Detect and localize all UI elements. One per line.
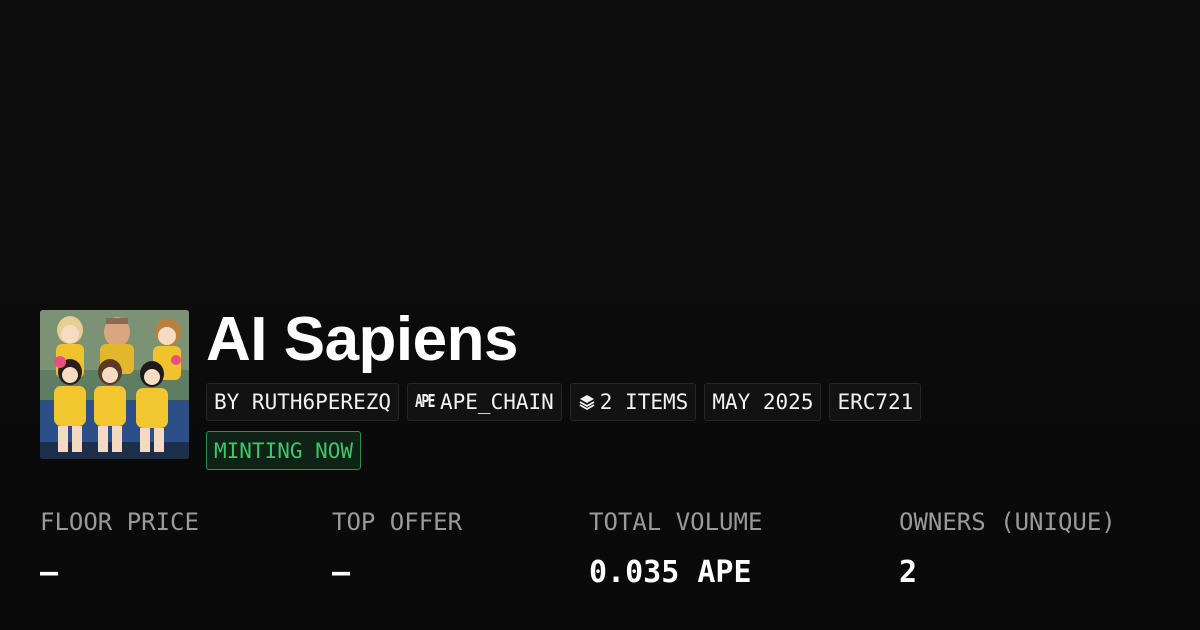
stat-label: FLOOR PRICE (40, 508, 199, 536)
chain-label: APE_CHAIN (440, 390, 554, 414)
collection-share-card: AI Sapiens BY RUTH6PEREZQ APE APE_CHAIN … (0, 0, 1200, 630)
stat-total-volume: TOTAL VOLUME 0.035 APE (589, 506, 762, 590)
stat-label: TOP OFFER (332, 508, 463, 536)
chain-tag[interactable]: APE APE_CHAIN (407, 383, 562, 421)
stat-floor-price: FLOOR PRICE – (40, 506, 199, 590)
stat-value: 0.035 APE (589, 555, 752, 590)
standard-tag: ERC721 (829, 383, 922, 421)
layers-icon (578, 393, 596, 411)
stat-value: 2 (899, 555, 918, 590)
minting-status-label: MINTING NOW (214, 438, 354, 463)
stat-label: TOTAL VOLUME (589, 508, 763, 536)
items-label: 2 ITEMS (599, 390, 689, 414)
date-label: MAY 2025 (712, 390, 814, 414)
stat-owners: OWNERS (UNIQUE) 2 (899, 506, 1116, 590)
stat-top-offer: TOP OFFER – (332, 506, 462, 590)
items-tag[interactable]: 2 ITEMS (569, 383, 697, 421)
stat-value: – (332, 555, 351, 590)
stat-label: OWNERS (UNIQUE) (899, 508, 1116, 536)
collection-tags: BY RUTH6PEREZQ APE APE_CHAIN 2 ITEMS MAY… (206, 383, 922, 421)
standard-label: ERC721 (837, 390, 914, 414)
creator-label: BY RUTH6PEREZQ (214, 390, 392, 414)
collection-title: AI Sapiens (206, 305, 519, 374)
date-tag: MAY 2025 (704, 383, 822, 421)
minting-status-badge: MINTING NOW (206, 431, 362, 470)
creator-tag[interactable]: BY RUTH6PEREZQ (206, 383, 400, 421)
collection-avatar (40, 310, 189, 459)
ape-chain-icon: APE (415, 391, 435, 413)
stat-value: – (40, 555, 59, 590)
